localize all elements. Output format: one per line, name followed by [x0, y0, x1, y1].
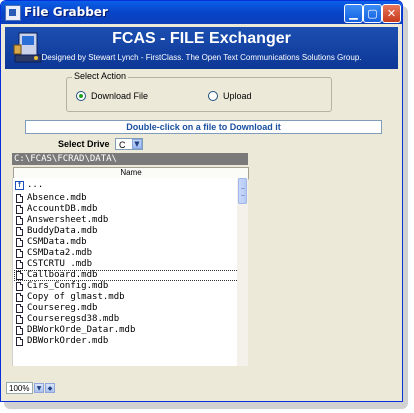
upload-radio-label[interactable]: Upload	[223, 91, 252, 101]
maximize-icon: ▢	[367, 7, 378, 20]
file-icon	[16, 194, 23, 203]
file-icon	[16, 304, 23, 313]
file-name: Answersheet.mdb	[27, 215, 109, 225]
file-icon	[16, 315, 23, 324]
drive-dropdown-button[interactable]: ▼	[132, 139, 142, 149]
current-path: C:\FCAS\FCRAD\DATA\	[12, 153, 248, 165]
list-item[interactable]: Absence.mdb	[14, 193, 237, 204]
list-item[interactable]: Copy of glmast.mdb	[14, 292, 237, 303]
banner: FCAS - FILE Exchanger Designed by Stewar…	[5, 27, 398, 69]
file-name: Coursereg.mdb	[27, 303, 98, 313]
list-item[interactable]: DBWorkOrder.mdb	[14, 336, 237, 347]
list-item[interactable]: DBWorkOrde_Datar.mdb	[14, 325, 237, 336]
file-icon	[16, 260, 23, 269]
file-icon	[16, 282, 23, 291]
minimize-icon: ▁	[349, 7, 358, 20]
file-name: Courseregsd38.mdb	[27, 314, 120, 324]
list-item-label: ...	[27, 180, 44, 190]
list-item-selected[interactable]: Callboard.mdb	[14, 270, 238, 281]
file-icon	[16, 326, 23, 335]
list-item[interactable]: BuddyData.mdb	[14, 226, 237, 237]
list-item-up[interactable]: ↑ ...	[14, 180, 237, 191]
file-icon	[16, 337, 23, 346]
select-drive-label: Select Drive	[58, 139, 110, 149]
list-item[interactable]: CSMData.mdb	[14, 237, 237, 248]
list-item[interactable]: Coursereg.mdb	[14, 303, 237, 314]
list-item[interactable]: AccountDB.mdb	[14, 204, 237, 215]
select-action-legend: Select Action	[72, 71, 129, 81]
select-action-group: Select Action Download File Upload	[66, 71, 332, 112]
up-folder-icon: ↑	[15, 181, 24, 190]
file-name: BuddyData.mdb	[27, 226, 98, 236]
chevron-down-icon: ▼	[36, 385, 42, 392]
minimize-button[interactable]: ▁	[344, 4, 363, 23]
file-name: Callboard.mdb	[27, 270, 98, 280]
upload-radio[interactable]	[208, 91, 218, 101]
file-icon	[16, 238, 23, 247]
file-name: CSTCRTU .mdb	[27, 259, 93, 269]
file-icon	[16, 227, 23, 236]
download-hint: Double-click on a file to Download it	[25, 120, 382, 134]
app-window: File Grabber ▁ ▢ ✕ FCAS - FILE Exchanger…	[0, 0, 403, 402]
file-name: Absence.mdb	[27, 193, 87, 203]
file-name: Cirs_Config.mdb	[27, 281, 109, 291]
close-button[interactable]: ✕	[382, 4, 401, 23]
list-item[interactable]: Cirs_Config.mdb	[14, 281, 237, 292]
file-icon	[16, 205, 23, 214]
file-icon	[16, 216, 23, 225]
file-list[interactable]: ↑ ... Absence.mdb AccountDB.mdb Answersh…	[12, 178, 238, 366]
download-radio-label[interactable]: Download File	[91, 91, 148, 101]
app-icon	[5, 5, 21, 21]
drive-value: C	[119, 140, 126, 150]
file-icon	[16, 249, 23, 258]
file-name: Copy of glmast.mdb	[27, 292, 125, 302]
list-item[interactable]: CSMData2.mdb	[14, 248, 237, 259]
banner-title: FCAS - FILE Exchanger	[112, 30, 291, 47]
list-item[interactable]: Answersheet.mdb	[14, 215, 237, 226]
file-name: DBWorkOrder.mdb	[27, 336, 109, 346]
chevron-down-icon: ▼	[134, 140, 140, 148]
banner-subtitle: Designed by Stewart Lynch - FirstClass. …	[41, 53, 362, 62]
title-bar[interactable]: File Grabber ▁ ▢ ✕	[1, 1, 402, 24]
file-name: CSMData2.mdb	[27, 248, 93, 258]
file-name: CSMData.mdb	[27, 237, 87, 247]
zoom-select[interactable]: 100%	[6, 382, 33, 394]
stepper-icon: ◆	[47, 385, 53, 392]
maximize-button[interactable]: ▢	[363, 4, 382, 23]
zoom-stepper-button[interactable]: ◆	[45, 383, 55, 393]
file-name: DBWorkOrde_Datar.mdb	[27, 325, 136, 335]
scrollbar-thumb[interactable]	[238, 178, 247, 204]
zoom-dropdown-button[interactable]: ▼	[34, 383, 44, 393]
window-title: File Grabber	[24, 5, 108, 19]
file-icon	[16, 271, 23, 280]
file-list-scrollbar[interactable]	[237, 178, 248, 366]
download-radio[interactable]	[76, 91, 86, 101]
list-item[interactable]: Courseregsd38.mdb	[14, 314, 237, 325]
zoom-value: 100%	[9, 384, 30, 393]
list-item[interactable]: CSTCRTU .mdb	[14, 259, 237, 270]
file-name: AccountDB.mdb	[27, 204, 98, 214]
close-icon: ✕	[386, 7, 397, 20]
file-icon	[16, 293, 23, 302]
